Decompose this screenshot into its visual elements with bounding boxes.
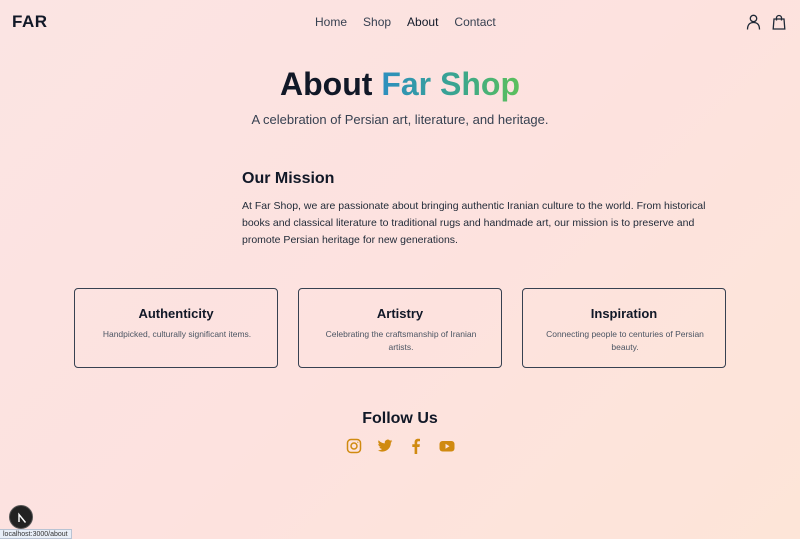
page-title-prefix: About	[280, 66, 373, 102]
status-bar-url: localhost:3000/about	[0, 529, 72, 539]
user-icon[interactable]	[746, 14, 761, 30]
shopping-bag-icon[interactable]	[772, 14, 786, 30]
card-title: Inspiration	[590, 306, 658, 321]
page-title: About Far Shop	[0, 66, 800, 103]
main-nav: Home Shop About Contact	[315, 15, 496, 29]
top-navbar: FAR Home Shop About Contact	[0, 0, 800, 44]
nav-about[interactable]: About	[407, 15, 438, 29]
nav-shop[interactable]: Shop	[363, 15, 391, 29]
dev-tools-button[interactable]	[9, 505, 33, 529]
next-logo-icon	[18, 512, 27, 523]
card-text: Celebrating the craftsmanship of Iranian…	[325, 329, 477, 352]
value-card-artistry: Artistry Celebrating the craftsmanship o…	[298, 288, 502, 368]
youtube-icon[interactable]	[439, 438, 455, 454]
nav-contact[interactable]: Contact	[454, 15, 495, 29]
follow-heading: Follow Us	[362, 410, 438, 427]
page-subtitle: A celebration of Persian art, literature…	[251, 112, 549, 127]
twitter-icon[interactable]	[377, 438, 393, 454]
social-links	[346, 438, 455, 454]
page-title-highlight: Far Shop	[381, 66, 520, 102]
mission-heading: Our Mission	[242, 170, 335, 187]
card-text: Handpicked, culturally significant items…	[102, 329, 252, 339]
card-title: Artistry	[376, 306, 424, 321]
card-title: Authenticity	[138, 306, 214, 321]
value-card-authenticity: Authenticity Handpicked, culturally sign…	[74, 288, 278, 368]
nav-home[interactable]: Home	[315, 15, 347, 29]
site-logo[interactable]: FAR	[12, 12, 48, 32]
mission-text: At Far Shop, we are passionate about bri…	[242, 200, 706, 246]
value-card-inspiration: Inspiration Connecting people to centuri…	[522, 288, 726, 368]
instagram-icon[interactable]	[346, 438, 362, 454]
card-text: Connecting people to centuries of Persia…	[546, 329, 704, 352]
facebook-icon[interactable]	[408, 438, 424, 454]
